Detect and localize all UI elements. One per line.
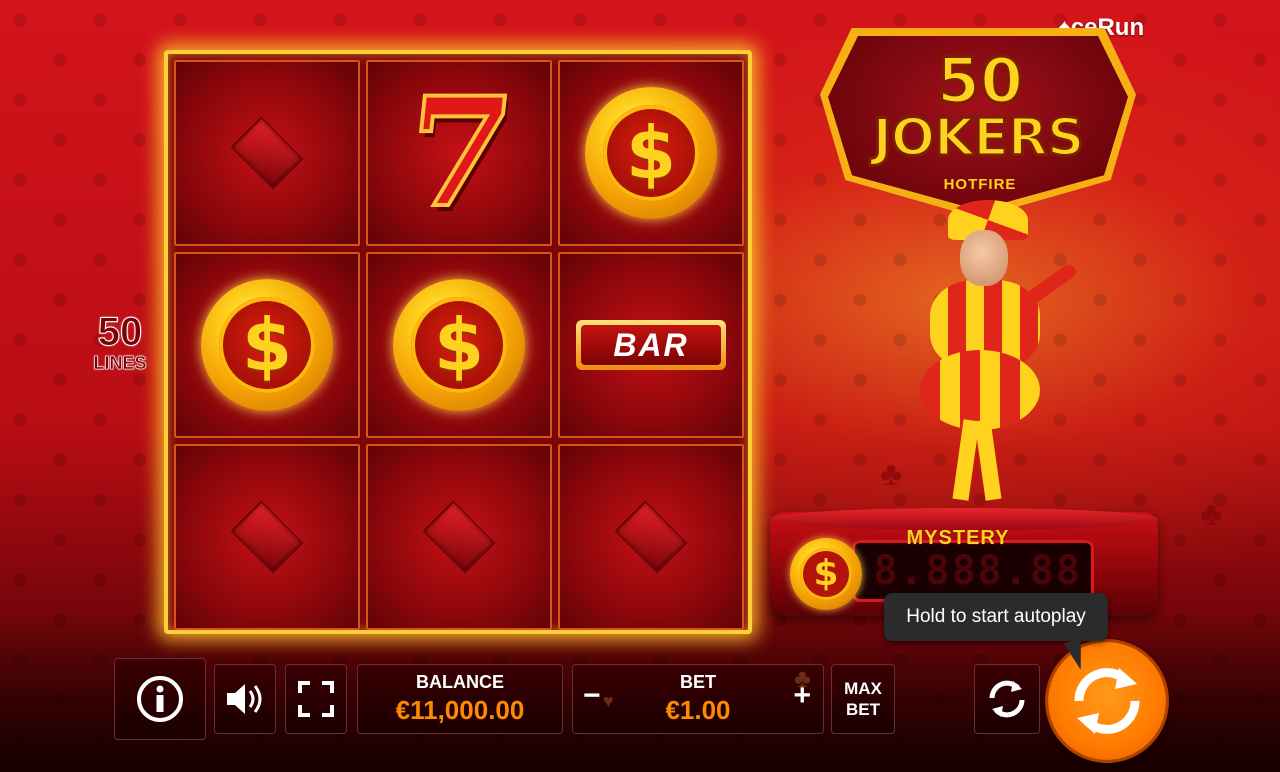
seven-symbol-icon: 7 [396,63,523,243]
reel-cell [366,444,552,630]
fullscreen-button[interactable] [285,664,347,734]
dollar-coin-symbol-icon: $ [201,279,333,411]
mystery-coin-icon: $ [790,538,862,610]
autoplay-tooltip: Hold to start autoplay [884,593,1108,641]
autoplay-icon [989,680,1025,718]
reel-frame: 7 $ $ $ BAR [164,50,752,634]
club-decoration-icon: ♣ [1200,495,1223,533]
reel-cell: $ [366,252,552,438]
balance-display: BALANCE €11,000.00 [357,664,563,734]
speaker-icon [227,684,262,714]
joker-arm [1021,262,1079,308]
bet-decrease-button[interactable]: − [583,679,601,713]
diamond-symbol-icon [424,502,494,572]
joker-character [900,200,1080,510]
bet-label: BET [679,672,716,692]
max-bet-line1: MAX [844,679,882,698]
coin-glyph: $ [411,297,507,393]
spin-button[interactable] [1048,642,1166,760]
reel-cell [174,60,360,246]
dollar-coin-symbol-icon: $ [585,87,717,219]
joker-leg [974,419,1002,501]
diamond-symbol-icon [232,118,302,188]
logo-title: JOKERS [871,108,1086,168]
lines-indicator: 50 LINES [88,310,152,373]
dollar-coin-symbol-icon: $ [393,279,525,411]
coin-glyph: $ [603,105,699,201]
info-button[interactable] [114,658,206,740]
reel-cell: $ [174,252,360,438]
max-bet-line2: BET [846,700,880,719]
lines-label: LINES [93,353,147,373]
balance-label: BALANCE [416,672,504,692]
diamond-symbol-icon [232,502,302,572]
reel-cell: BAR [558,252,744,438]
diamond-symbol-icon [616,502,686,572]
reel-cell: 7 [366,60,552,246]
info-icon [137,676,183,722]
reel-cell [174,444,360,630]
joker-pants [920,350,1040,430]
mystery-label: MYSTERY [906,527,1010,549]
joker-head [960,230,1008,286]
coin-glyph: $ [219,297,315,393]
lines-count: 50 [97,310,143,354]
bar-symbol-icon: BAR [576,320,726,370]
bet-value: €1.00 [665,695,731,725]
bet-increase-button[interactable]: + [793,679,811,713]
fullscreen-icon [298,681,334,717]
logo-subtitle: HOTFIRE [943,176,1017,193]
max-bet-button[interactable]: MAX BET [831,664,895,734]
sound-button[interactable] [214,664,276,734]
autoplay-button[interactable] [974,664,1040,734]
bet-display: BET €1.00 [665,672,730,726]
balance-value: €11,000.00 [395,695,525,725]
club-decoration-icon: ♣ [880,455,903,493]
spin-icon [1074,668,1140,734]
reel-cell [558,444,744,630]
bet-control: − ♥ BET €1.00 ♣ + [572,663,824,734]
heart-decoration-icon: ♥ [603,691,614,711]
logo-number: 50 [935,44,1024,117]
bar-text: BAR [581,325,721,365]
reel-grid: 7 $ $ $ BAR [174,60,744,630]
reel-cell: $ [558,60,744,246]
